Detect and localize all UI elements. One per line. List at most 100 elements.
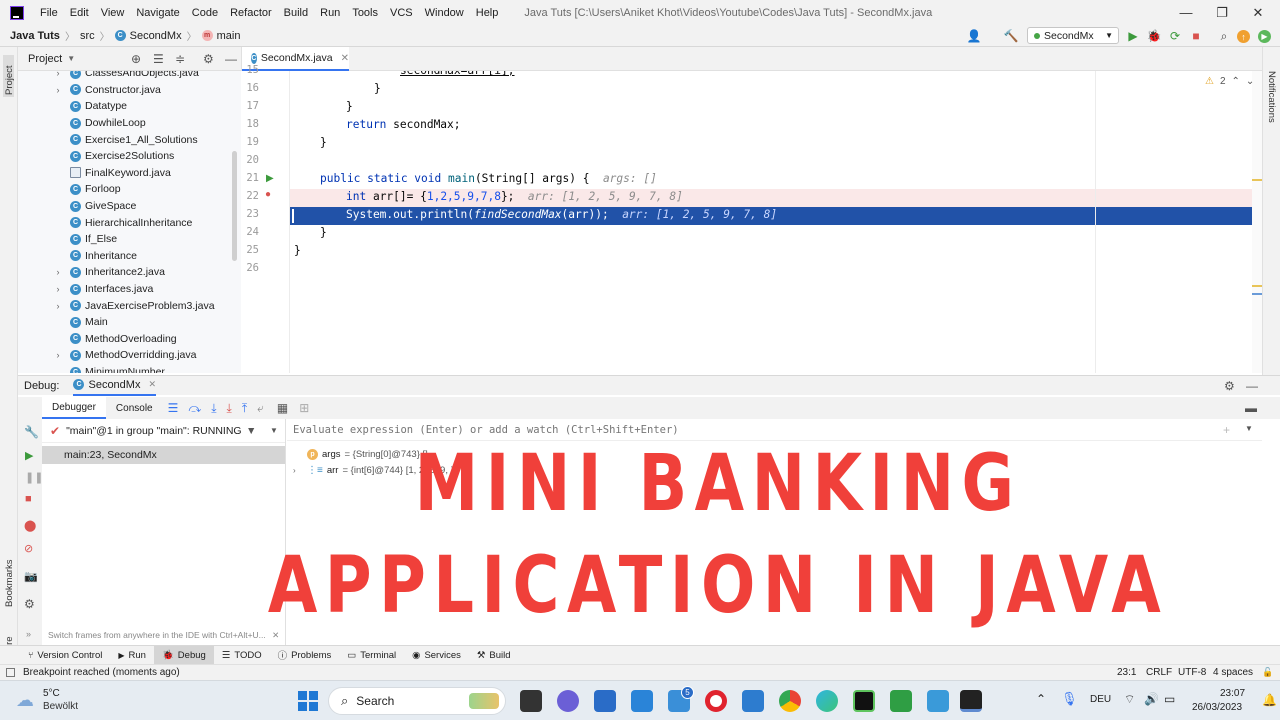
close-window-button[interactable]: ✕ <box>1240 0 1276 25</box>
tree-item[interactable]: C DowhileLoop <box>52 115 146 132</box>
minimize-button[interactable]: — <box>1168 0 1204 25</box>
tree-item[interactable]: › C Inheritance2.java <box>52 264 165 281</box>
mail-icon[interactable]: 5 <box>668 686 694 712</box>
edge-icon[interactable] <box>816 690 838 712</box>
gear-icon[interactable]: ⚙ <box>24 597 35 611</box>
menu-navigate[interactable]: Navigate <box>130 7 185 19</box>
tree-item[interactable]: › C ClassesAndObjects.java <box>52 71 199 82</box>
add-watch-icon[interactable]: + <box>1223 423 1230 437</box>
coverage-icon[interactable]: ⟳ <box>1167 28 1183 44</box>
menu-view[interactable]: View <box>95 7 131 19</box>
tab-problems[interactable]: ⓘ Problems <box>270 646 340 665</box>
collapse-all-icon[interactable]: ≑ <box>175 52 185 66</box>
editor-gutter[interactable]: 15 16 17 18 19 20 21 22 23 24 25 26 ▶ ● <box>241 64 290 373</box>
tree-item[interactable]: FinalKeyword.java <box>52 165 171 182</box>
close-tab-icon[interactable]: ✕ <box>341 53 349 64</box>
close-tab-icon[interactable]: ✕ <box>148 379 156 390</box>
chevron-right-icon[interactable]: › <box>52 350 64 360</box>
menu-window[interactable]: Window <box>419 7 470 19</box>
file-encoding[interactable]: UTF-8 <box>1178 667 1206 678</box>
clock-time[interactable]: 23:07 <box>1220 688 1245 699</box>
project-panel-title[interactable]: Project <box>28 53 62 65</box>
hide-panel-icon[interactable]: — <box>225 52 237 66</box>
chevron-right-icon[interactable]: › <box>52 284 64 294</box>
expand-all-icon[interactable]: ☰ <box>153 52 164 66</box>
run-to-cursor-icon[interactable]: ⤶ <box>252 401 269 416</box>
code-line[interactable]: secondMax=arr[i]; <box>400 71 515 80</box>
tab-debugger[interactable]: Debugger <box>42 397 106 419</box>
tree-item[interactable]: C Datatype <box>52 98 127 115</box>
notepad-icon[interactable] <box>927 690 949 712</box>
clock-date[interactable]: 26/03/2023 <box>1192 702 1242 713</box>
more-icon[interactable]: » <box>26 629 31 639</box>
tree-item[interactable]: C Exercise1_All_Solutions <box>52 131 198 148</box>
debug-session-tab[interactable]: C SecondMx ✕ <box>73 376 157 396</box>
run-configuration-selector[interactable]: SecondMx ▼ <box>1027 27 1119 44</box>
menu-build[interactable]: Build <box>278 7 314 19</box>
hide-panel-icon[interactable]: — <box>1246 379 1258 393</box>
code-line[interactable]: } <box>320 224 327 242</box>
chevron-right-icon[interactable]: › <box>52 267 64 277</box>
microphone-icon[interactable]: 🎙 <box>1061 691 1078 707</box>
battery-icon[interactable]: ▭ <box>1164 692 1175 706</box>
menu-run[interactable]: Run <box>314 7 346 19</box>
code-line[interactable]: } <box>374 80 381 98</box>
user-icon[interactable]: 👤 <box>966 28 982 44</box>
force-step-into-icon[interactable]: ⤓ <box>222 401 237 416</box>
menu-file[interactable]: File <box>34 7 64 19</box>
debug-icon[interactable]: 🐞 <box>1146 28 1162 44</box>
menu-vcs[interactable]: VCS <box>384 7 419 19</box>
evaluate-icon[interactable]: ⊞ <box>296 401 312 415</box>
step-out-icon[interactable]: ⤒ <box>237 401 252 416</box>
breadcrumb-src[interactable]: src <box>80 30 95 42</box>
store-icon[interactable] <box>594 690 616 712</box>
notification-bell-icon[interactable]: 🔔 <box>1262 693 1277 707</box>
camera-icon[interactable]: 📷 <box>24 570 38 583</box>
chrome-icon[interactable] <box>779 690 801 712</box>
menu-tools[interactable]: Tools <box>346 7 384 19</box>
tree-item[interactable]: C Inheritance <box>52 248 137 265</box>
editor-scrollbar[interactable] <box>1252 71 1262 373</box>
menu-refactor[interactable]: Refactor <box>224 7 278 19</box>
breadcrumb-class[interactable]: C SecondMx <box>114 30 182 42</box>
bookmarks-stripe-label[interactable]: Bookmarks <box>4 559 15 607</box>
wifi-icon[interactable]: ⌔ <box>1124 692 1135 707</box>
stop-icon[interactable]: ■ <box>1188 28 1204 44</box>
tab-console[interactable]: Console <box>106 403 163 414</box>
chevron-down-icon[interactable]: ⌄ <box>1246 76 1254 87</box>
menu-edit[interactable]: Edit <box>64 7 95 19</box>
tab-terminal[interactable]: ▭ Terminal <box>339 646 404 665</box>
step-over-icon[interactable]: ⤼ <box>183 401 206 416</box>
status-panel-icon[interactable] <box>6 668 15 677</box>
tab-build[interactable]: ⚒ Build <box>469 646 519 665</box>
tree-item[interactable]: C HierarchicalInheritance <box>52 214 192 231</box>
stop-icon[interactable]: ■ <box>25 493 32 505</box>
code-line[interactable]: public static void main(String[] args) {… <box>320 170 657 188</box>
tree-item[interactable]: C Exercise2Solutions <box>52 148 174 165</box>
tree-item[interactable]: C Main <box>52 314 108 331</box>
tree-item[interactable]: › C MethodOverridding.java <box>52 347 197 364</box>
task-view-icon[interactable] <box>520 690 542 712</box>
gear-icon[interactable]: ⚙ <box>203 52 214 66</box>
chevron-down-icon[interactable]: ▼ <box>67 54 75 63</box>
chevron-down-icon[interactable]: ▼ <box>1245 424 1253 433</box>
chevron-right-icon[interactable]: › <box>52 301 64 311</box>
chevron-right-icon[interactable]: › <box>52 71 64 78</box>
wrench-icon[interactable]: 🔧 <box>24 425 39 439</box>
update-icon[interactable]: ↑ <box>1237 30 1250 43</box>
taskbar-search-box[interactable]: ⌕ Search <box>328 687 506 715</box>
code-line[interactable]: } <box>294 242 301 260</box>
chevron-down-icon[interactable]: ▼ <box>270 426 278 435</box>
weather-temp[interactable]: 5°C <box>43 688 60 699</box>
tree-item[interactable]: C MethodOverloading <box>52 331 177 348</box>
run-gutter-icon[interactable]: ▶ <box>266 173 274 184</box>
breadcrumb-method[interactable]: m main <box>201 30 240 42</box>
windows-start-icon[interactable] <box>298 691 318 711</box>
plugin-icon[interactable]: ▶ <box>1258 30 1271 43</box>
tab-run[interactable]: ▶ Run <box>110 646 154 665</box>
inspection-widget[interactable]: ⚠ 2 ⌃ ⌄ <box>1205 76 1254 87</box>
tree-item[interactable]: C GiveSpace <box>52 198 136 215</box>
tree-item[interactable]: › C Constructor.java <box>52 82 161 99</box>
chevron-right-icon[interactable]: › <box>52 85 64 95</box>
tree-scrollbar[interactable] <box>232 151 237 261</box>
